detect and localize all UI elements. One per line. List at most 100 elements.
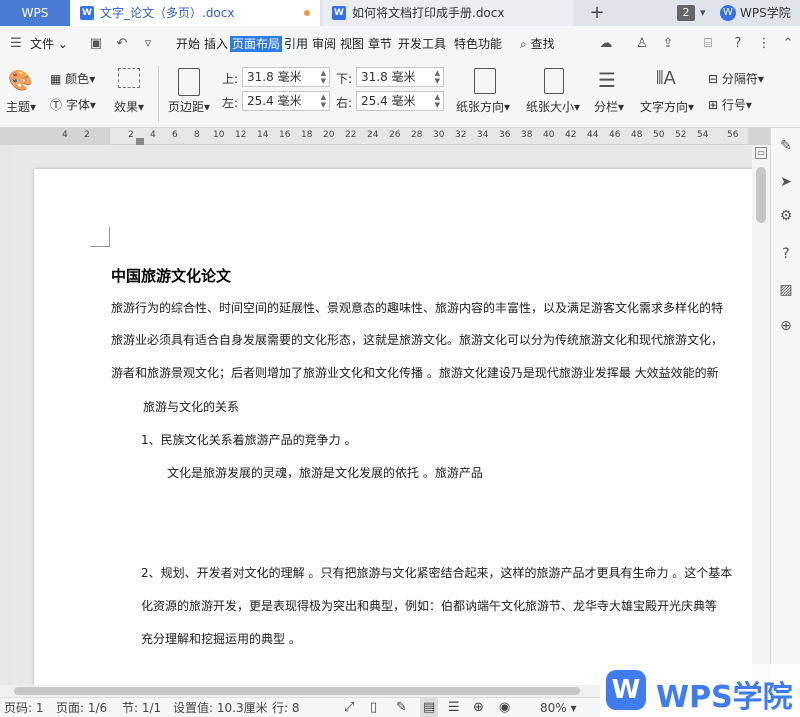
paragraph-line[interactable]: 旅游业必须具有适合自身发展需要的文化形态，这就是旅游文化。旅游文化可以分为传统旅…: [111, 331, 723, 348]
effects-button[interactable]: 效果▾: [114, 98, 144, 115]
paper-size-icon[interactable]: [544, 68, 564, 94]
status-row[interactable]: 行: 8: [272, 698, 300, 717]
spin-arrows-icon[interactable]: ▲ ▼: [321, 69, 326, 85]
save-icon[interactable]: ▣: [88, 36, 104, 52]
paragraph-line[interactable]: 旅游行为的综合性、时间空间的延展性、景观意态的趣味性、旅游内容的丰富性，以及满足…: [111, 299, 723, 316]
vertical-scroll-thumb[interactable]: [756, 167, 766, 223]
margins-icon[interactable]: [178, 68, 200, 96]
margins-button[interactable]: 页边距▾: [168, 98, 210, 115]
theme-label: 主题: [6, 100, 31, 114]
wps-academy-link[interactable]: W WPS学院: [718, 0, 791, 26]
file-menu[interactable]: 文件 ⌄: [30, 26, 68, 62]
chevron-down-icon[interactable]: ▾: [700, 6, 706, 19]
wps-home-tab[interactable]: WPS: [0, 0, 70, 26]
line-number-button[interactable]: ⊞ 行号▾: [708, 96, 752, 113]
new-tab-button[interactable]: +: [585, 0, 609, 26]
orientation-button[interactable]: 纸张方向▾: [456, 98, 510, 115]
vertical-ruler[interactable]: [0, 145, 12, 685]
text-direction-icon[interactable]: ⫴A: [656, 68, 676, 89]
page-view-icon[interactable]: ▤: [420, 698, 439, 717]
top-margin-input[interactable]: 31.8 毫米 ▲ ▼: [242, 67, 330, 87]
document-title[interactable]: 中国旅游文化论文: [111, 265, 231, 286]
read-mode-icon[interactable]: ▯: [370, 698, 377, 717]
spin-arrows-icon[interactable]: ▲ ▼: [435, 69, 440, 85]
right-margin-input[interactable]: 25.4 毫米 ▲ ▼: [356, 91, 444, 111]
menu-tab-developer[interactable]: 开发工具: [398, 26, 446, 62]
spin-arrows-icon[interactable]: ▲ ▼: [435, 93, 440, 109]
indent-marker-icon[interactable]: [136, 138, 144, 145]
theme-button[interactable]: 主题▾: [6, 98, 36, 115]
ruler-toggle-icon[interactable]: ▭: [755, 147, 767, 159]
cursor-select-icon[interactable]: ➤: [778, 174, 794, 190]
vertical-scrollbar[interactable]: ▭: [752, 145, 770, 685]
document-page[interactable]: 中国旅游文化论文 旅游行为的综合性、时间空间的延展性、景观意态的趣味性、旅游内容…: [34, 169, 752, 685]
zoom-level[interactable]: 80% ▾: [540, 698, 577, 717]
palette-icon[interactable]: 🎨: [8, 68, 34, 92]
image-icon[interactable]: ▨: [778, 282, 794, 298]
text-direction-button[interactable]: 文字方向▾: [640, 98, 694, 115]
effects-icon[interactable]: [118, 68, 140, 88]
paragraph-line[interactable]: 充分理解和挖掘运用的典型 。: [141, 630, 301, 647]
font-button[interactable]: Ⓣ 字体▾: [50, 96, 96, 113]
color-button[interactable]: ▦ 颜色▾: [50, 70, 95, 87]
left-margin-input[interactable]: 25.4 毫米 ▲ ▼: [242, 91, 330, 111]
web-view-icon[interactable]: ⊕: [473, 698, 484, 717]
tab-second-document[interactable]: W 如何将文档打印成手册.docx: [322, 0, 574, 26]
spin-arrows-icon[interactable]: ▲ ▼: [321, 93, 326, 109]
separator-button[interactable]: ⊟ 分隔符▾: [708, 70, 764, 87]
menu-tab-page-layout[interactable]: 页面布局: [230, 26, 283, 62]
menu-tab-review[interactable]: 审阅: [312, 26, 336, 62]
columns-button[interactable]: 分栏▾: [594, 98, 624, 115]
menu-tab-start[interactable]: 开始: [176, 26, 200, 62]
paragraph-line[interactable]: 化资源的旅游开发，更是表现得极为突出和典型，例如：伯都讷端午文化旅游节、龙华寺大…: [141, 597, 717, 614]
orientation-icon[interactable]: [474, 68, 496, 94]
list-item[interactable]: 1、民族文化关系着旅游产品的竞争力 。: [141, 431, 356, 448]
collaborate-icon[interactable]: ♙: [634, 36, 650, 52]
status-page-code[interactable]: 页码: 1: [4, 698, 44, 717]
horizontal-scroll-thumb[interactable]: [14, 687, 580, 695]
document-canvas[interactable]: 中国旅游文化论文 旅游行为的综合性、时间空间的延展性、景观意态的趣味性、旅游内容…: [12, 145, 752, 685]
chevron-down-icon[interactable]: ▿: [140, 36, 156, 52]
undo-icon[interactable]: ↶: [114, 36, 130, 52]
columns-icon[interactable]: ☰: [598, 68, 616, 92]
ruler-tick-label: 28: [411, 130, 423, 140]
menu-tab-chapter[interactable]: 章节: [368, 26, 392, 62]
share-icon[interactable]: ⇪: [660, 36, 676, 52]
ruler-tick-label: 20: [323, 130, 335, 140]
hamburger-menu-icon[interactable]: ☰: [8, 36, 24, 52]
top-margin-label: 上:: [222, 72, 239, 86]
menu-tab-features[interactable]: 特色功能: [454, 26, 502, 62]
menu-tab-view[interactable]: 视图: [340, 26, 364, 62]
help-icon[interactable]: ?: [778, 246, 794, 262]
eye-protection-icon[interactable]: ◉: [499, 698, 510, 717]
pen-icon[interactable]: ✎: [778, 138, 794, 154]
write-mode-icon[interactable]: ✎: [396, 698, 407, 717]
ruler-tick-label: 54: [697, 130, 709, 140]
menu-tab-insert[interactable]: 插入: [204, 26, 228, 62]
help-icon[interactable]: ?: [730, 36, 746, 52]
ruler-tick-label: 32: [455, 130, 467, 140]
status-page[interactable]: 页面: 1/6: [56, 698, 107, 717]
chevron-up-icon[interactable]: ⌃: [780, 36, 796, 52]
status-setting[interactable]: 设置值: 10.3厘米: [173, 698, 268, 717]
tools-icon[interactable]: ⌸: [700, 36, 716, 52]
settings-sliders-icon[interactable]: ⚙: [778, 208, 794, 224]
paragraph-line[interactable]: 文化是旅游发展的灵魂，旅游是文化发展的依托 。旅游产品: [167, 464, 483, 481]
horizontal-ruler[interactable]: 4 2 2 4 6 8 10 12 14 16 18 20 22 24 26 2…: [0, 128, 770, 145]
paper-size-button[interactable]: 纸张大小▾: [526, 98, 580, 115]
status-section[interactable]: 节: 1/1: [122, 698, 161, 717]
search-button[interactable]: ⌕ 查找: [520, 26, 555, 62]
more-icon[interactable]: ⋮: [756, 36, 772, 52]
window-count-badge[interactable]: 2: [677, 5, 695, 21]
fullscreen-icon[interactable]: ⤢: [344, 698, 354, 717]
outline-view-icon[interactable]: ☰: [448, 698, 460, 717]
menu-tab-references[interactable]: 引用: [284, 26, 308, 62]
bottom-margin-input[interactable]: 31.8 毫米 ▲ ▼: [356, 67, 444, 87]
tab-active-document[interactable]: W 文字_论文（多页）.docx: [70, 0, 320, 26]
section-heading[interactable]: 旅游与文化的关系: [143, 398, 239, 415]
paragraph-line[interactable]: 游者和旅游景观文化；后者则增加了旅游业文化和文化传播 。旅游文化建设乃是现代旅游…: [111, 364, 719, 381]
cloud-sync-icon[interactable]: ☁: [598, 36, 614, 52]
list-item[interactable]: 2、规划、开发者对文化的理解 。只有把旅游与文化紧密结合起来，这样的旅游产品才更…: [141, 564, 732, 581]
translate-icon[interactable]: ⊕: [778, 318, 794, 334]
wps-logo-icon: W: [720, 5, 736, 21]
